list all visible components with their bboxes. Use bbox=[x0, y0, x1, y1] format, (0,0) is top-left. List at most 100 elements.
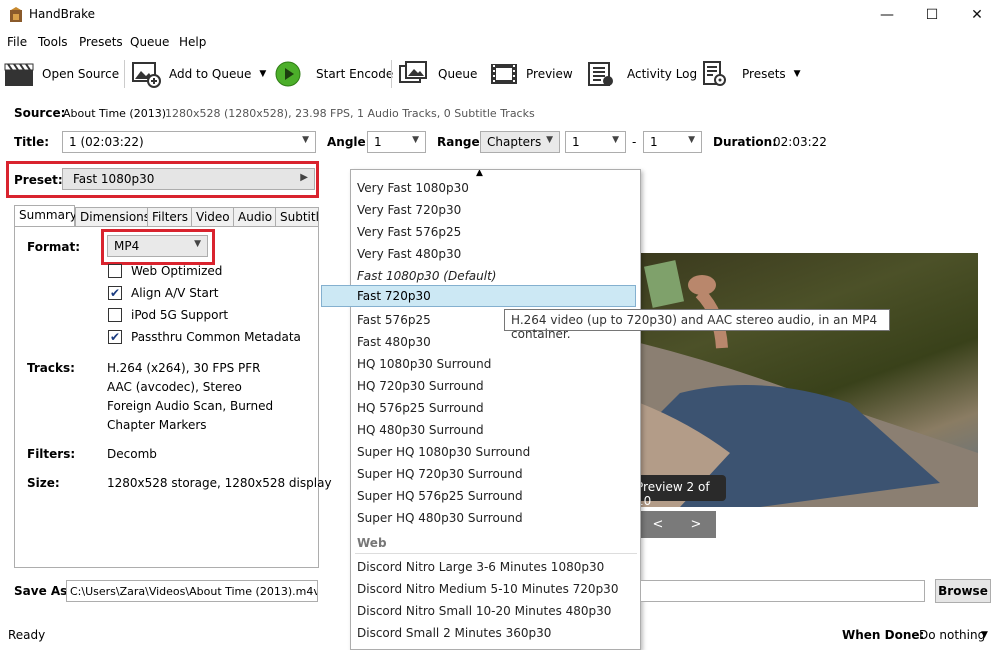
preset-dropdown: ▲ Very Fast 1080p30 Very Fast 720p30 Ver… bbox=[350, 169, 641, 650]
window-title: HandBrake bbox=[29, 7, 96, 21]
range-type-select[interactable]: Chapters ▼ bbox=[480, 131, 560, 153]
play-icon bbox=[275, 61, 301, 87]
angle-select-value: 1 bbox=[374, 135, 382, 149]
activity-log-button[interactable]: Activity Log bbox=[587, 58, 697, 90]
close-button[interactable]: ✕ bbox=[954, 0, 1000, 30]
preset-option[interactable]: HQ 480p30 Surround bbox=[357, 423, 484, 437]
preset-option[interactable]: Very Fast 1080p30 bbox=[357, 181, 469, 195]
chevron-down-icon: ▼ bbox=[302, 135, 309, 145]
scroll-up-icon[interactable]: ▲ bbox=[476, 170, 483, 178]
chevron-down-icon[interactable]: ▼ bbox=[259, 69, 266, 79]
chevron-down-icon[interactable]: ▼ bbox=[981, 630, 988, 640]
preset-option[interactable]: HQ 1080p30 Surround bbox=[357, 357, 491, 371]
chevron-down-icon: ▼ bbox=[194, 239, 201, 249]
chevron-right-icon: ▶ bbox=[300, 172, 308, 183]
save-as-label: Save As: bbox=[14, 584, 73, 598]
title-label: Title: bbox=[14, 135, 50, 149]
status-text: Ready bbox=[8, 628, 46, 642]
toolbar-divider bbox=[124, 60, 125, 88]
align-av-checkbox[interactable]: ✔ bbox=[108, 286, 122, 300]
preset-option[interactable]: HQ 720p30 Surround bbox=[357, 379, 484, 393]
format-label: Format: bbox=[27, 240, 81, 254]
track-audio: AAC (avcodec), Stereo bbox=[107, 380, 242, 394]
open-source-button[interactable]: Open Source bbox=[4, 58, 119, 90]
presets-label: Presets bbox=[742, 67, 786, 81]
title-bar: HandBrake — ☐ ✕ bbox=[0, 0, 1000, 30]
preset-option[interactable]: Very Fast 720p30 bbox=[357, 203, 461, 217]
toolbar-divider bbox=[391, 60, 392, 88]
clapperboard-icon bbox=[4, 63, 34, 86]
preset-option-default[interactable]: Fast 1080p30 (Default) bbox=[357, 269, 496, 283]
film-icon bbox=[491, 64, 517, 84]
preview-next-button[interactable]: > bbox=[676, 511, 716, 538]
ipod-support-label: iPod 5G Support bbox=[131, 308, 229, 322]
title-select[interactable]: 1 (02:03:22) ▼ bbox=[62, 131, 316, 153]
menu-queue[interactable]: Queue bbox=[130, 35, 169, 49]
toolbar: Open Source Add to Queue ▼ Start Encode … bbox=[0, 54, 1000, 94]
passthru-metadata-checkbox[interactable]: ✔ bbox=[108, 330, 122, 344]
minimize-button[interactable]: — bbox=[864, 0, 910, 30]
web-optimized-checkbox[interactable] bbox=[108, 264, 122, 278]
preset-option[interactable]: HQ 576p25 Surround bbox=[357, 401, 484, 415]
filters-label: Filters: bbox=[27, 447, 76, 461]
browse-button[interactable]: Browse bbox=[935, 579, 991, 603]
queue-button[interactable]: Queue bbox=[398, 58, 477, 90]
start-encode-button[interactable]: Start Encode bbox=[274, 58, 393, 90]
preset-option[interactable]: Fast 576p25 bbox=[357, 313, 431, 327]
duration-label: Duration: bbox=[713, 135, 777, 149]
menu-help[interactable]: Help bbox=[179, 35, 206, 49]
track-subtitle: Foreign Audio Scan, Burned bbox=[107, 399, 274, 413]
range-start-select[interactable]: 1 ▼ bbox=[565, 131, 626, 153]
preset-option[interactable]: Super HQ 480p30 Surround bbox=[357, 511, 523, 525]
preset-option[interactable]: Super HQ 720p30 Surround bbox=[357, 467, 523, 481]
menu-file[interactable]: File bbox=[7, 35, 27, 49]
when-done-select[interactable]: Do nothing bbox=[919, 628, 985, 642]
title-select-value: 1 (02:03:22) bbox=[69, 135, 144, 149]
start-encode-label: Start Encode bbox=[316, 67, 394, 81]
source-name: About Time (2013) bbox=[63, 107, 167, 120]
queue-label: Queue bbox=[438, 67, 478, 81]
tab-summary[interactable]: Summary bbox=[14, 205, 77, 227]
range-end-select[interactable]: 1 ▼ bbox=[643, 131, 702, 153]
chevron-down-icon: ▼ bbox=[688, 135, 695, 145]
preset-option[interactable]: Discord Nitro Small 10-20 Minutes 480p30 bbox=[357, 604, 611, 618]
chevron-down-icon: ▼ bbox=[412, 135, 419, 145]
preset-option[interactable]: Super HQ 576p25 Surround bbox=[357, 489, 523, 503]
preview-image bbox=[640, 253, 978, 507]
preset-option[interactable]: Discord Nitro Medium 5-10 Minutes 720p30 bbox=[357, 582, 618, 596]
menu-presets[interactable]: Presets bbox=[79, 35, 123, 49]
range-dash: - bbox=[632, 135, 637, 149]
ipod-support-checkbox[interactable] bbox=[108, 308, 122, 322]
range-label: Range: bbox=[437, 135, 485, 149]
chevron-down-icon[interactable]: ▼ bbox=[794, 69, 801, 79]
preview-count-badge: Preview 2 of 10 bbox=[626, 475, 726, 508]
save-path-input-end[interactable] bbox=[641, 580, 925, 602]
angle-select[interactable]: 1 ▼ bbox=[367, 131, 426, 153]
web-optimized-label: Web Optimized bbox=[131, 264, 223, 278]
chevron-down-icon: ▼ bbox=[612, 135, 619, 145]
preset-option[interactable]: Very Fast 480p30 bbox=[357, 247, 461, 261]
presets-button[interactable]: Presets ▼ bbox=[702, 58, 801, 90]
filters-value: Decomb bbox=[107, 447, 157, 461]
when-done-label: When Done: bbox=[842, 628, 925, 642]
preset-select[interactable]: Fast 1080p30 ▶ bbox=[62, 168, 315, 190]
preview-label: Preview bbox=[526, 67, 573, 81]
preset-option[interactable]: Discord Nitro Large 3-6 Minutes 1080p30 bbox=[357, 560, 604, 574]
source-info: 1280x528 (1280x528), 23.98 FPS, 1 Audio … bbox=[165, 107, 535, 120]
format-select[interactable]: MP4 ▼ bbox=[107, 235, 208, 257]
menu-tools[interactable]: Tools bbox=[38, 35, 68, 49]
add-to-queue-button[interactable]: Add to Queue ▼ bbox=[131, 58, 266, 90]
menu-bar: File Tools Presets Queue Help bbox=[0, 31, 1000, 53]
preview-prev-button[interactable]: < bbox=[638, 511, 678, 538]
presets-gear-icon bbox=[703, 61, 726, 86]
tab-subtitle[interactable]: Subtitle bbox=[275, 207, 319, 227]
preset-option[interactable]: Super HQ 1080p30 Surround bbox=[357, 445, 530, 459]
preset-option-selected[interactable]: Fast 720p30 bbox=[321, 285, 636, 307]
save-path-input[interactable]: C:\Users\Zara\Videos\About Time (2013).m… bbox=[66, 580, 318, 602]
preset-option[interactable]: Fast 480p30 bbox=[357, 335, 431, 349]
preset-option[interactable]: Very Fast 576p25 bbox=[357, 225, 461, 239]
maximize-button[interactable]: ☐ bbox=[909, 0, 955, 30]
tracks-label: Tracks: bbox=[27, 361, 75, 375]
preview-button[interactable]: Preview bbox=[490, 58, 573, 90]
size-value: 1280x528 storage, 1280x528 display bbox=[107, 476, 332, 490]
